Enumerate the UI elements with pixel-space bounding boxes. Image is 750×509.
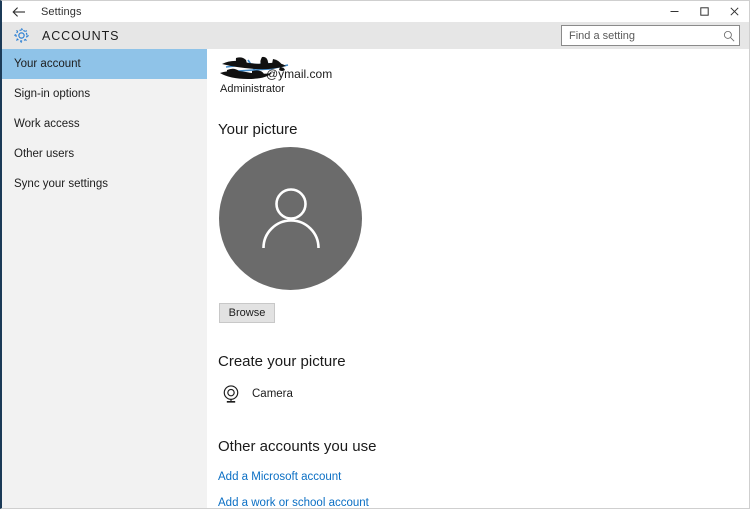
window-title: Settings [41, 5, 82, 18]
sidebar-item-label: Sign-in options [14, 88, 91, 100]
content-pane: @ymail.com Administrator Your picture Br… [208, 49, 749, 508]
settings-window: Settings ACCOUNTS Find a setting Your ac… [0, 0, 750, 509]
person-silhouette-icon [254, 179, 328, 258]
search-box[interactable] [561, 25, 740, 46]
account-email: @ymail.com [266, 67, 333, 81]
search-icon [719, 30, 739, 42]
sidebar-item-work-access[interactable]: Work access [2, 109, 207, 139]
other-accounts-heading: Other accounts you use [218, 438, 377, 455]
sidebar-item-label: Your account [14, 58, 81, 70]
avatar [219, 147, 362, 290]
maximize-button[interactable] [689, 1, 719, 22]
browse-button[interactable]: Browse [219, 303, 275, 323]
title-bar: Settings [2, 1, 749, 22]
add-work-school-account-link[interactable]: Add a work or school account [218, 497, 369, 508]
sidebar-item-sign-in-options[interactable]: Sign-in options [2, 79, 207, 109]
gear-icon [2, 27, 40, 44]
account-identity: @ymail.com Administrator [218, 56, 749, 107]
camera-option[interactable]: Camera [219, 382, 749, 406]
account-email-row: @ymail.com [218, 56, 749, 81]
sidebar-item-your-account[interactable]: Your account [2, 49, 207, 79]
your-picture-heading: Your picture [218, 121, 298, 138]
camera-label: Camera [252, 388, 293, 400]
account-role: Administrator [220, 83, 285, 95]
sidebar: Your account Sign-in options Work access… [2, 49, 207, 508]
window-controls [659, 1, 749, 22]
search-input[interactable] [562, 26, 719, 45]
sidebar-item-label: Other users [14, 148, 75, 160]
webcam-icon [219, 382, 243, 406]
close-button[interactable] [719, 1, 749, 22]
sidebar-item-sync-your-settings[interactable]: Sync your settings [2, 169, 207, 199]
add-microsoft-account-link[interactable]: Add a Microsoft account [218, 471, 341, 483]
minimize-button[interactable] [659, 1, 689, 22]
sidebar-item-label: Work access [14, 118, 80, 130]
create-picture-heading: Create your picture [218, 353, 346, 370]
page-title: ACCOUNTS [42, 28, 120, 43]
sidebar-item-label: Sync your settings [14, 178, 108, 190]
back-arrow-icon[interactable] [2, 1, 36, 22]
sidebar-item-other-users[interactable]: Other users [2, 139, 207, 169]
page-header: ACCOUNTS [2, 22, 749, 49]
